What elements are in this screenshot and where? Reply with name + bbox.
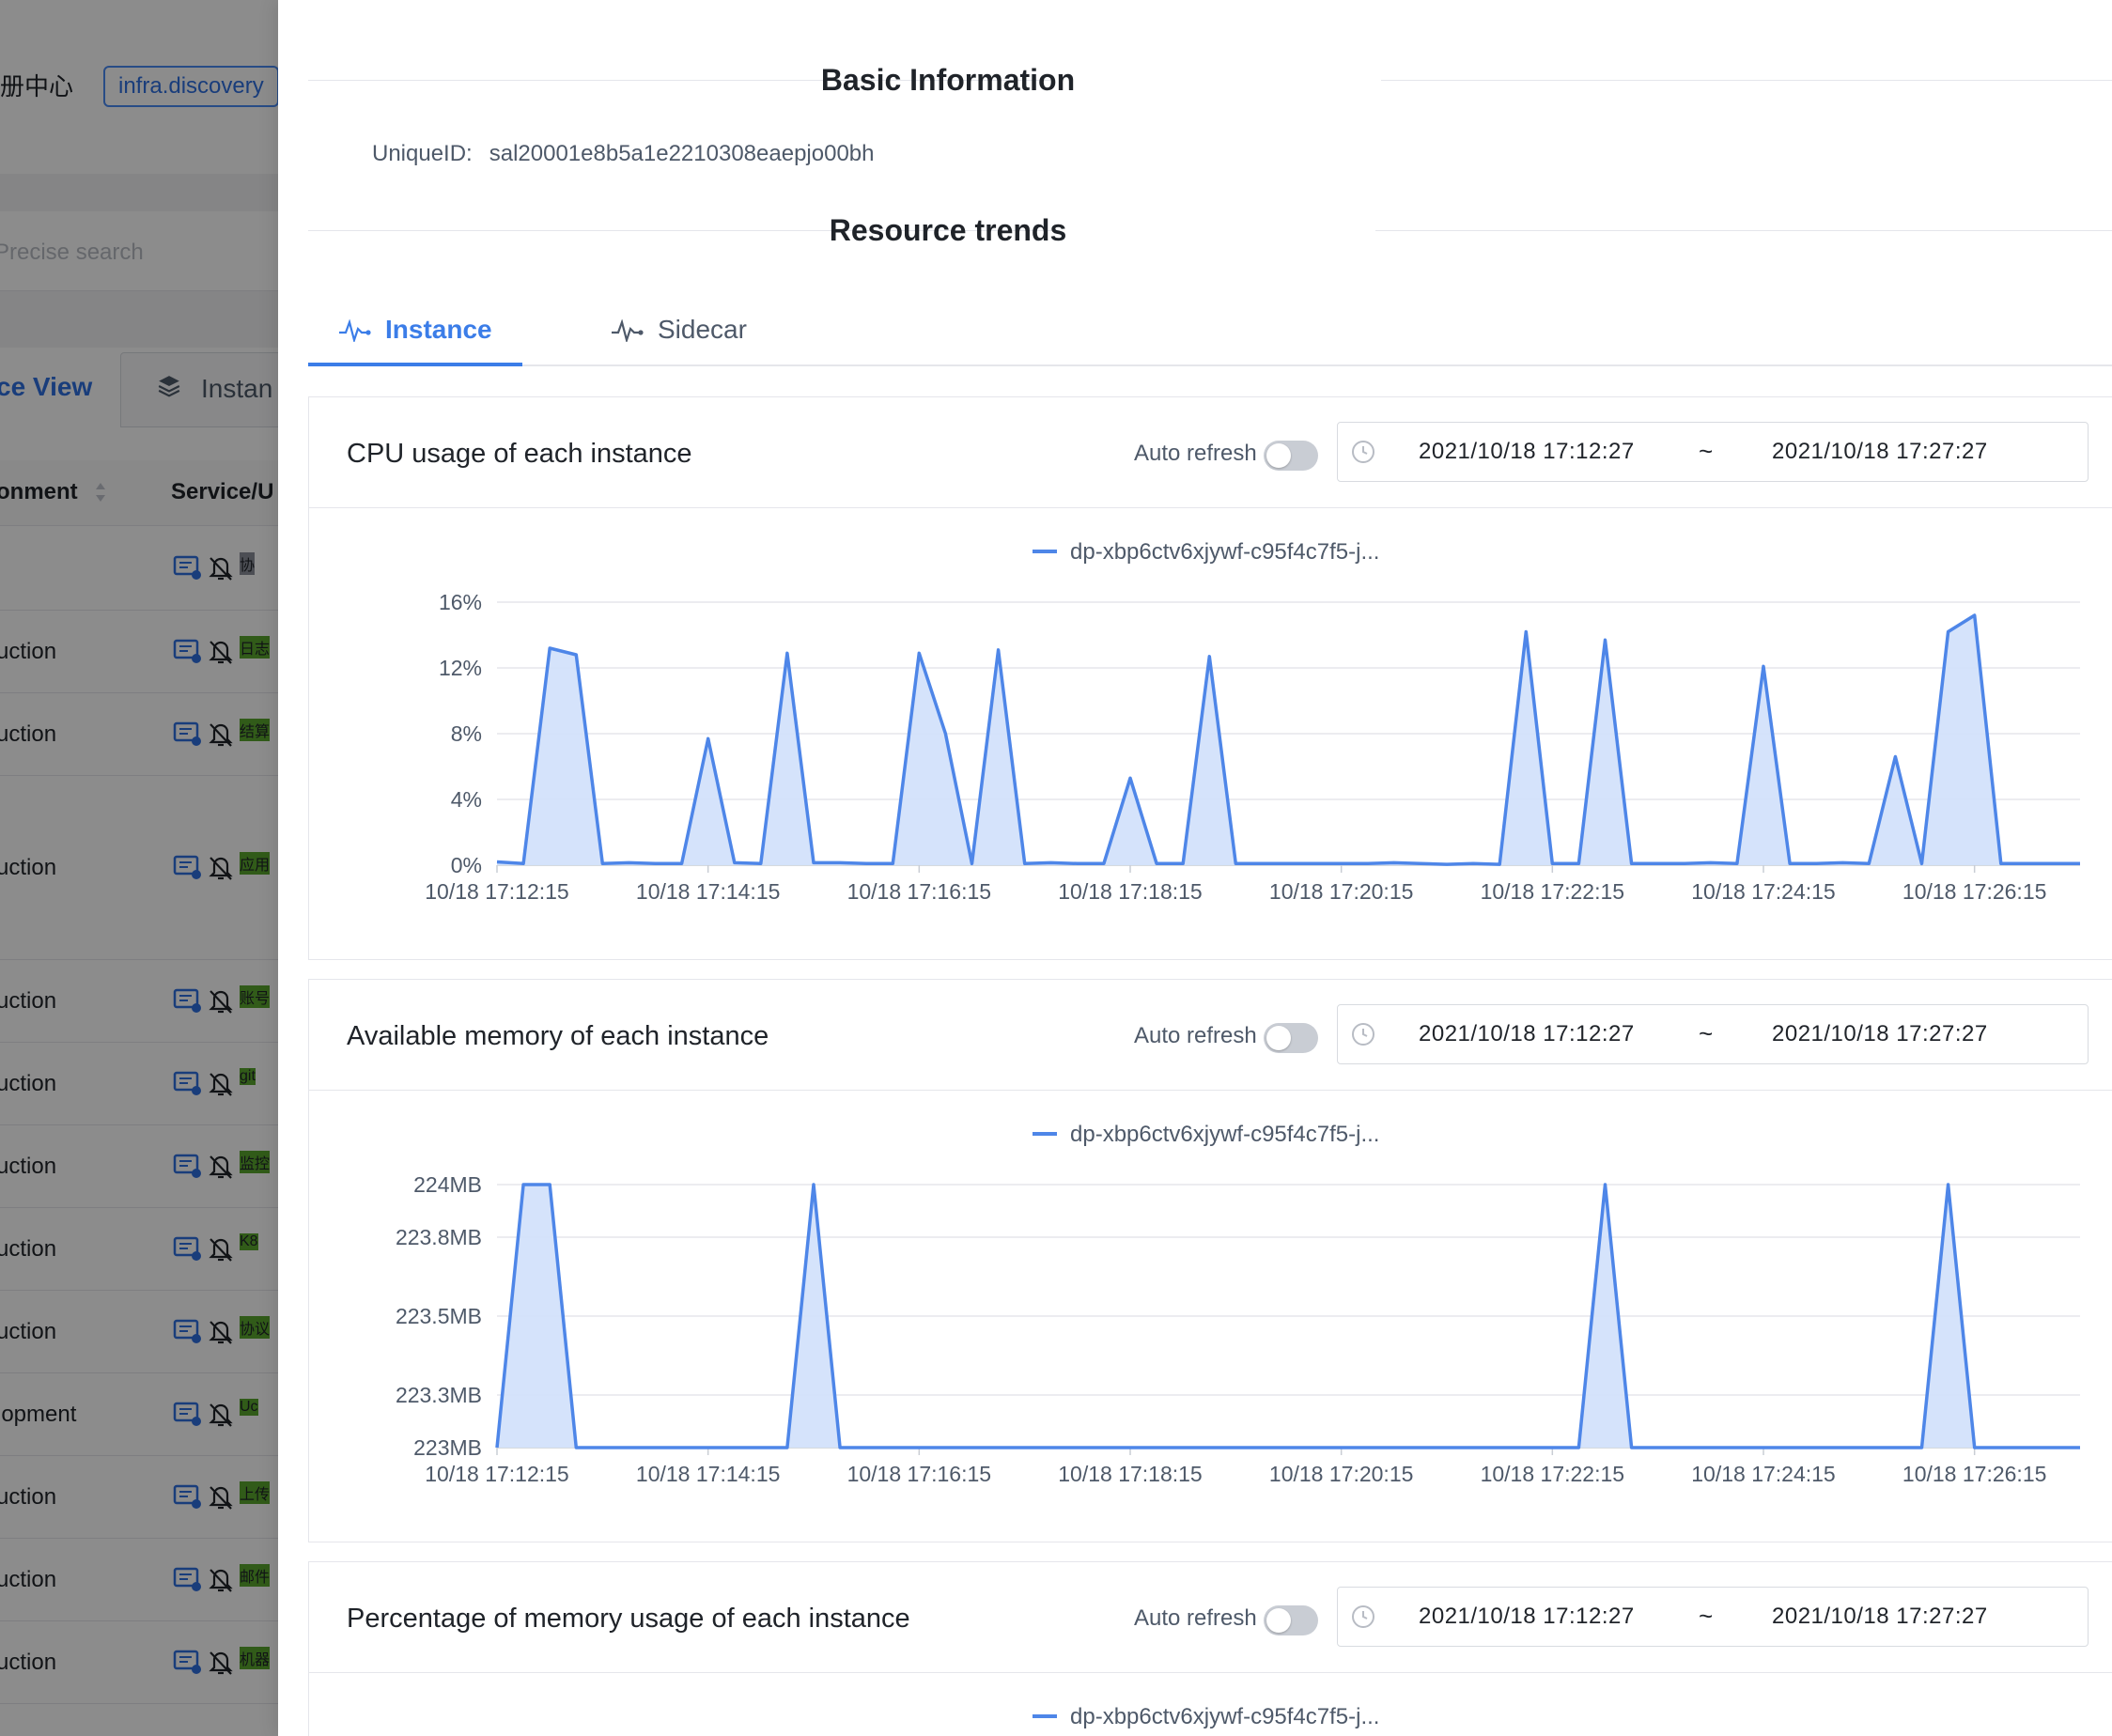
range-end[interactable]: 2021/10/18 17:27:27 <box>1772 439 1988 465</box>
series-line <box>496 613 2080 866</box>
auto-refresh-toggle[interactable] <box>1264 441 1318 471</box>
range-start[interactable]: 2021/10/18 17:12:27 <box>1419 1604 1635 1630</box>
card-header: Available memory of each instance Auto r… <box>309 980 2112 1091</box>
trend-tabs: Instance Sidecar <box>308 293 2112 366</box>
card-header: CPU usage of each instance Auto refresh … <box>309 397 2112 508</box>
auto-refresh-label: Auto refresh <box>1134 1605 1257 1631</box>
unique-id-value: sal20001e8b5a1e2210308eaepjo00bh <box>489 141 875 166</box>
range-start[interactable]: 2021/10/18 17:12:27 <box>1419 1021 1635 1047</box>
toggle-knob <box>1266 1026 1291 1050</box>
y-tick-label: 8% <box>451 721 482 746</box>
pulse-icon <box>612 319 644 342</box>
available-memory-card: Available memory of each instance Auto r… <box>308 979 2112 1542</box>
resource-trends-title: Resource trends <box>829 213 1067 247</box>
cpu-usage-chart: dp-xbp6ctv6xjywf-c95f4c7f5-j... 0% 4% 8% 12%… <box>425 539 2080 904</box>
x-tick-label: 10/18 17:16:15 <box>847 879 991 904</box>
x-tick-label: 10/18 17:24:15 <box>1691 879 1835 904</box>
basic-info-header: Basic Information <box>308 61 2112 99</box>
memory-usage-percentage-card: Percentage of memory usage of each insta… <box>308 1561 2112 1736</box>
x-tick-label: 10/18 17:24:15 <box>1691 1462 1835 1486</box>
card-header: Percentage of memory usage of each insta… <box>309 1562 2112 1673</box>
range-end[interactable]: 2021/10/18 17:27:27 <box>1772 1021 1988 1047</box>
auto-refresh-toggle[interactable] <box>1264 1605 1318 1635</box>
y-tick-label: 0% <box>451 853 482 877</box>
memory-usage-percentage-chart: dp-xbp6ctv6xjywf-c95f4c7f5-j... <box>1033 1704 1379 1729</box>
x-tick-label: 10/18 17:12:15 <box>425 1462 568 1486</box>
y-tick-label: 223.3MB <box>396 1383 482 1407</box>
range-separator: ~ <box>1699 1602 1714 1630</box>
auto-refresh-label: Auto refresh <box>1134 441 1257 466</box>
card-title: Percentage of memory usage of each insta… <box>347 1604 910 1634</box>
tab-instance-label: Instance <box>385 315 492 344</box>
tab-instance[interactable]: Instance <box>308 306 522 366</box>
resource-trends-header: Resource trends <box>308 211 2112 249</box>
x-tick-label: 10/18 17:20:15 <box>1269 1462 1413 1486</box>
toggle-knob <box>1266 443 1291 468</box>
available-memory-chart: dp-xbp6ctv6xjywf-c95f4c7f5-j... 223MB 223.… <box>396 1122 2080 1486</box>
toggle-knob <box>1266 1608 1291 1633</box>
auto-refresh-label: Auto refresh <box>1134 1023 1257 1048</box>
y-tick-label: 223.5MB <box>396 1304 482 1328</box>
range-start[interactable]: 2021/10/18 17:12:27 <box>1419 439 1635 465</box>
legend-series-name: dp-xbp6ctv6xjywf-c95f4c7f5-j... <box>1070 1704 1379 1729</box>
time-range-picker[interactable]: 2021/10/18 17:12:27 ~ 2021/10/18 17:27:2… <box>1337 1587 2089 1647</box>
drawer-mask[interactable] <box>0 0 278 1736</box>
card-title: CPU usage of each instance <box>347 439 692 469</box>
auto-refresh-toggle[interactable] <box>1264 1023 1318 1053</box>
range-end[interactable]: 2021/10/18 17:27:27 <box>1772 1604 1988 1630</box>
x-tick-label: 10/18 17:26:15 <box>1902 879 2046 904</box>
pulse-icon <box>339 319 371 342</box>
x-tick-label: 10/18 17:22:15 <box>1481 879 1624 904</box>
card-title: Available memory of each instance <box>347 1021 769 1051</box>
y-tick-label: 224MB <box>413 1172 482 1197</box>
instance-detail-drawer: Basic Information UniqueID: sal20001e8b5a… <box>278 0 2112 1736</box>
series-area <box>497 615 2080 865</box>
y-tick-label: 223.8MB <box>396 1225 482 1249</box>
clock-icon <box>1352 441 1374 463</box>
range-separator: ~ <box>1699 1019 1714 1047</box>
x-tick-label: 10/18 17:22:15 <box>1481 1462 1624 1486</box>
x-tick-label: 10/18 17:16:15 <box>847 1462 991 1486</box>
legend-series-name: dp-xbp6ctv6xjywf-c95f4c7f5-j... <box>1070 1122 1379 1147</box>
unique-id-label: UniqueID: <box>372 141 473 166</box>
y-tick-label: 223MB <box>413 1435 482 1460</box>
cpu-usage-card: CPU usage of each instance Auto refresh … <box>308 396 2112 960</box>
time-range-picker[interactable]: 2021/10/18 17:12:27 ~ 2021/10/18 17:27:2… <box>1337 422 2089 482</box>
y-tick-label: 16% <box>439 590 482 614</box>
x-tick-label: 10/18 17:18:15 <box>1058 879 1202 904</box>
basic-info-title: Basic Information <box>820 63 1076 97</box>
clock-icon <box>1352 1605 1374 1628</box>
clock-icon <box>1352 1023 1374 1046</box>
tab-sidecar-label: Sidecar <box>658 315 747 344</box>
tab-sidecar[interactable]: Sidecar <box>611 306 799 366</box>
y-tick-label: 12% <box>439 656 482 680</box>
x-tick-label: 10/18 17:20:15 <box>1269 879 1413 904</box>
legend-series-name: dp-xbp6ctv6xjywf-c95f4c7f5-j... <box>1070 539 1379 565</box>
x-tick-label: 10/18 17:26:15 <box>1902 1462 2046 1486</box>
x-tick-label: 10/18 17:12:15 <box>425 879 568 904</box>
range-separator: ~ <box>1699 437 1714 465</box>
y-tick-label: 4% <box>451 787 482 812</box>
time-range-picker[interactable]: 2021/10/18 17:12:27 ~ 2021/10/18 17:27:2… <box>1337 1004 2089 1064</box>
x-tick-label: 10/18 17:14:15 <box>636 1462 780 1486</box>
x-tick-label: 10/18 17:18:15 <box>1058 1462 1202 1486</box>
x-tick-label: 10/18 17:14:15 <box>636 879 780 904</box>
unique-id-row: UniqueID: sal20001e8b5a1e2210308eaepjo00b… <box>372 141 874 167</box>
